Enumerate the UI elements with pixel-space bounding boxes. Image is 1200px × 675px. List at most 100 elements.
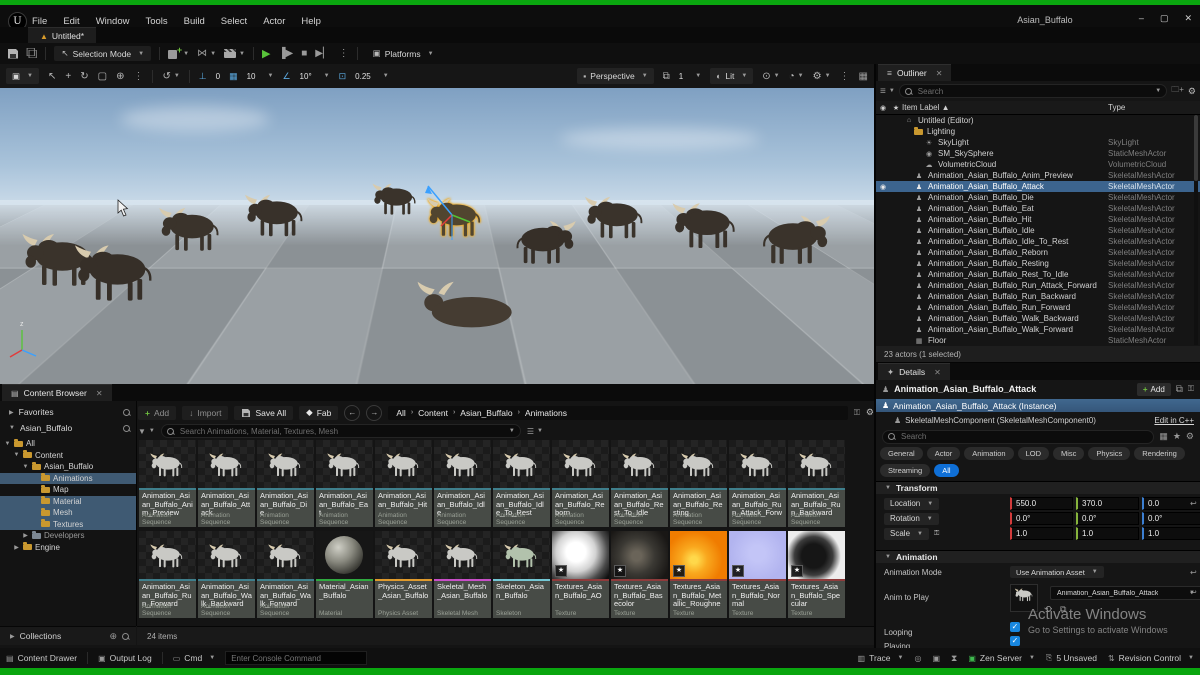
new-folder-icon[interactable]: 🗀+: [1171, 84, 1184, 98]
folder-tree-item[interactable]: Animations: [0, 472, 136, 484]
asset-tile[interactable]: ★ Textures_Asian_Buffalo_Metallic_Roughn…: [670, 531, 727, 618]
play-button[interactable]: ▶: [262, 47, 270, 60]
filter-chip[interactable]: Animation: [964, 447, 1014, 460]
zen-server-dropdown[interactable]: ▣ Zen Server ▼: [968, 653, 1035, 663]
cinematics-icon[interactable]: ▼: [224, 49, 245, 58]
minimize-button[interactable]: –: [1139, 13, 1144, 24]
animation-section-header[interactable]: ▼ Animation: [876, 550, 1200, 563]
capture-icon[interactable]: ▣: [932, 654, 940, 663]
search-chevron-icon[interactable]: ▼: [1155, 88, 1161, 94]
filter-chip[interactable]: LOD: [1017, 447, 1049, 460]
asset-tile[interactable]: ★ Animation_Asian_Buffalo_Run_Attack_For…: [729, 440, 786, 527]
console-command-input[interactable]: [225, 651, 368, 665]
asset-tile[interactable]: ★ Textures_Asian_Buffalo_AO Texture: [552, 531, 609, 618]
expand-arrow-icon[interactable]: ▶: [13, 544, 20, 551]
looping-checkbox[interactable]: ✓: [1010, 622, 1020, 632]
close-tab-icon[interactable]: ✕: [934, 368, 941, 377]
search-icon[interactable]: [122, 632, 129, 640]
search-icon[interactable]: [123, 424, 130, 432]
asset-tile[interactable]: ★ Animation_Asian_Buffalo_Idle Animation…: [434, 440, 491, 527]
lit-mode-dropdown[interactable]: ◐ Lit ▼: [710, 68, 754, 84]
revision-control-dropdown[interactable]: ⇅ Revision Control ▼: [1108, 653, 1194, 663]
asset-tile[interactable]: ★ Animation_Asian_Buffalo_Reborn Animati…: [552, 440, 609, 527]
outliner-row[interactable]: ♟ Animation_Asian_Buffalo_Anim_Preview S…: [876, 170, 1200, 181]
collections-bar[interactable]: ▶ Collections ⊕: [0, 626, 136, 645]
expand-arrow-icon[interactable]: ▼: [13, 452, 20, 458]
fab-button[interactable]: ◆ Fab: [299, 405, 339, 420]
camera-speed-icon[interactable]: ↺ ▼: [162, 71, 179, 82]
menu-item[interactable]: Edit: [63, 16, 79, 27]
asset-tile[interactable]: ★ Animation_Asian_Buffalo_Anim_Preview A…: [139, 440, 196, 527]
asset-tile[interactable]: ★ Animation_Asian_Buffalo_Rest_To_Idle A…: [611, 440, 668, 527]
add-component-button[interactable]: + Add: [1136, 382, 1171, 396]
scale-snap-icon[interactable]: ⊡: [339, 71, 347, 82]
select-tool-icon[interactable]: ↖: [48, 71, 56, 82]
filter-chip[interactable]: Physics: [1088, 447, 1131, 460]
show-flags-eye-icon[interactable]: ⊙ ▼: [762, 71, 779, 82]
asset-tile[interactable]: ★ Skeleton_Asian_Buffalo Skeleton: [493, 531, 550, 618]
breadcrumb-item[interactable]: All: [396, 408, 405, 418]
menu-item[interactable]: Build: [184, 16, 205, 27]
maximize-viewport-icon[interactable]: ▦: [859, 71, 868, 82]
x-value-field[interactable]: 0.0°: [1010, 512, 1073, 525]
move-tool-icon[interactable]: +: [65, 71, 71, 82]
details-settings-gear-icon[interactable]: ⚙: [1186, 431, 1194, 442]
animation-mode-dropdown[interactable]: Use Animation Asset ▼: [1010, 566, 1104, 578]
folder-tree-item[interactable]: Textures: [0, 518, 136, 530]
outliner-searchbox[interactable]: ▼: [898, 84, 1168, 98]
z-value-field[interactable]: 1.0: [1142, 527, 1200, 540]
frame-skip-button[interactable]: ▐▶: [278, 48, 293, 59]
asset-tile[interactable]: ★ Animation_Asian_Buffalo_Attack Animati…: [198, 440, 255, 527]
viewport-options-dropdown[interactable]: ▣ ▼: [6, 68, 39, 84]
transform-section-header[interactable]: ▼ Transform: [876, 481, 1200, 494]
x-value-field[interactable]: 1.0: [1010, 527, 1073, 540]
display-options-icon[interactable]: ▦: [1159, 431, 1168, 442]
search-icon[interactable]: [123, 408, 130, 416]
surface-snap-icon[interactable]: ⊥: [199, 71, 207, 82]
expand-arrow-icon[interactable]: ▶: [10, 633, 15, 640]
search-chevron-icon[interactable]: ▼: [509, 428, 515, 434]
asset-tile[interactable]: ★ Animation_Asian_Buffalo_Walk_Forward A…: [257, 531, 314, 618]
menu-item[interactable]: File: [32, 16, 47, 27]
type-column-header[interactable]: Type: [1108, 103, 1125, 112]
transform-axis-dropdown[interactable]: Rotation ▼: [884, 512, 939, 525]
asset-tile[interactable]: ★ Textures_Asian_Buffalo_Specular Textur…: [788, 531, 845, 618]
outliner-search-input[interactable]: [915, 85, 1149, 97]
folder-tree-item[interactable]: Material: [0, 495, 136, 507]
trace-dropdown[interactable]: ▥ Trace ▼: [858, 653, 904, 663]
outliner-row[interactable]: ♟ Animation_Asian_Buffalo_Run_Backward S…: [876, 291, 1200, 302]
asset-tile[interactable]: ★ Physics_Asset_Asian_Buffalo Physics As…: [375, 531, 432, 618]
visibility-column-eye-icon[interactable]: ◉: [876, 104, 890, 112]
outliner-row[interactable]: ☀ SkyLight SkyLight: [876, 137, 1200, 148]
outliner-row[interactable]: ◉ SM_SkySphere StaticMeshActor: [876, 148, 1200, 159]
breadcrumb-item[interactable]: Asian_Buffalo: [460, 408, 512, 418]
details-instance-row[interactable]: ♟ Animation_Asian_Buffalo_Attack (Instan…: [876, 399, 1200, 412]
outliner-row[interactable]: ♟ Animation_Asian_Buffalo_Idle SkeletalM…: [876, 225, 1200, 236]
maximize-button[interactable]: ▢: [1160, 13, 1169, 24]
breadcrumb-item[interactable]: Animations: [525, 408, 567, 418]
menu-item[interactable]: Tools: [145, 16, 167, 27]
details-component-row[interactable]: ♟ SkeletalMeshComponent (SkeletalMeshCom…: [876, 414, 1200, 427]
anim-asset-thumbnail[interactable]: [1010, 584, 1038, 612]
favorites-row[interactable]: ▶ Favorites: [0, 404, 136, 420]
perspective-dropdown[interactable]: ▪ Perspective ▼: [577, 68, 654, 84]
folder-tree-item[interactable]: ▼ Asian_Buffalo: [0, 461, 136, 473]
playing-checkbox[interactable]: ✓: [1010, 636, 1020, 646]
asset-tile[interactable]: ★ Textures_Asian_Buffalo_Basecolor Textu…: [611, 531, 668, 618]
lock-details-icon[interactable]: ⚿: [1188, 384, 1194, 394]
rotation-snap-icon[interactable]: ∠: [282, 71, 290, 82]
world-coordinate-icon[interactable]: ⊕: [116, 71, 124, 82]
save-icon[interactable]: [8, 48, 18, 59]
details-search-input[interactable]: [899, 431, 1149, 442]
folder-tree-item[interactable]: ▶ Developers: [0, 530, 136, 542]
asset-tile[interactable]: ★ Animation_Asian_Buffalo_Idle_To_Rest A…: [493, 440, 550, 527]
details-searchbox[interactable]: [882, 429, 1155, 444]
filter-chip[interactable]: Streaming: [880, 464, 931, 477]
menu-item[interactable]: Window: [96, 16, 130, 27]
menu-item[interactable]: Actor: [263, 16, 285, 27]
output-log-button[interactable]: ▣ Output Log: [98, 653, 152, 663]
outliner-row[interactable]: ⌂ Untitled (Editor): [876, 115, 1200, 126]
menu-item[interactable]: Help: [301, 16, 321, 27]
unsaved-button[interactable]: ⎘ 5 Unsaved: [1046, 653, 1097, 663]
filter-chip[interactable]: Rendering: [1134, 447, 1185, 460]
